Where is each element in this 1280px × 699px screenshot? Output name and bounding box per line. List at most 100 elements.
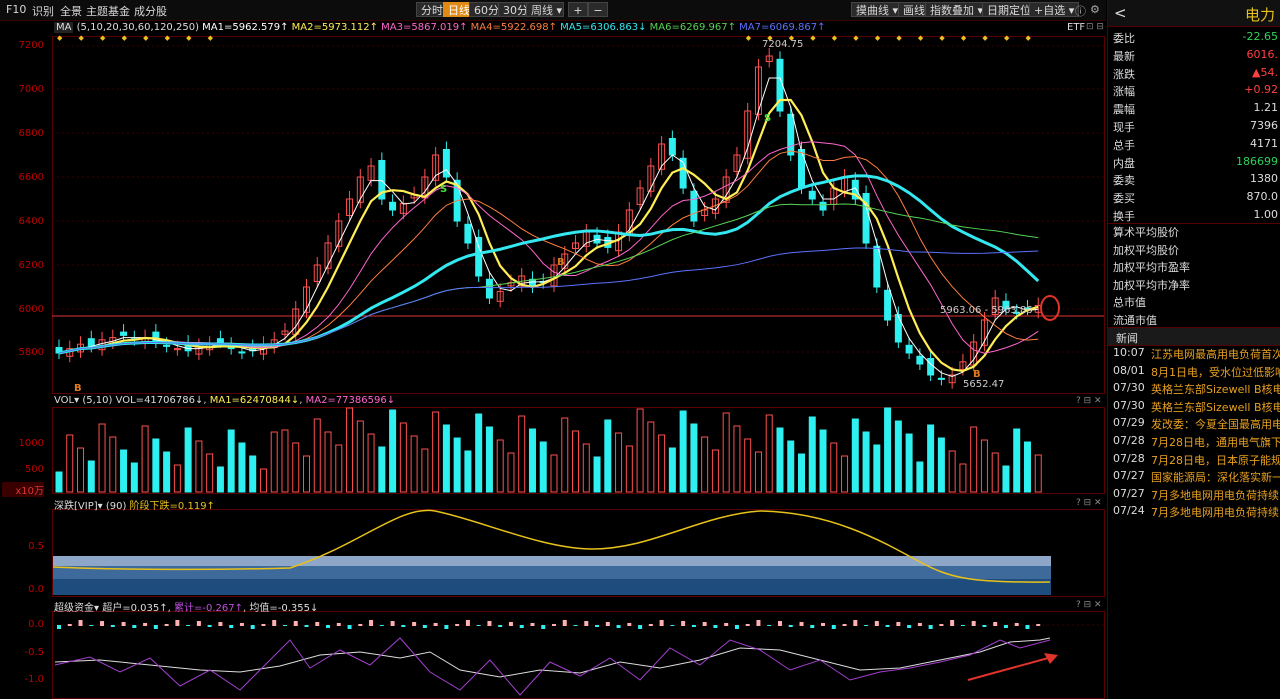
- metric-item[interactable]: 加权平均市净率: [1113, 277, 1278, 294]
- news-title: 新闻: [1116, 332, 1138, 345]
- volume-bar: [130, 462, 138, 493]
- metric-item[interactable]: 加权平均股价: [1113, 242, 1278, 259]
- candle: [808, 190, 816, 200]
- volume-bar: [679, 410, 687, 493]
- cj-bar: [304, 625, 309, 627]
- cj-selector[interactable]: 超级资金: [54, 603, 94, 614]
- quote-label: 涨跌: [1113, 67, 1135, 81]
- volume-bar: [356, 420, 364, 493]
- cj-avg: 均值=-0.355↓: [249, 603, 319, 614]
- volume-bar: [270, 431, 278, 493]
- volume-bar: [346, 407, 354, 493]
- metric-label: 加权平均股价: [1113, 243, 1179, 257]
- volume-bar: [421, 448, 429, 493]
- ma5-label: MA5=6306.863↓: [560, 22, 647, 33]
- cj-bar: [326, 625, 331, 628]
- volume-bar: [754, 451, 762, 493]
- sd-params: (90): [105, 501, 127, 512]
- cj-bar: [648, 624, 653, 626]
- volume-bar: [249, 455, 257, 493]
- cj-bar: [960, 625, 965, 626]
- metric-item[interactable]: 算术平均股价: [1113, 224, 1278, 241]
- news-item[interactable]: 07/28 7月28日电，通用电气旗下: [1108, 434, 1280, 451]
- quote-value: 1380: [1250, 172, 1278, 186]
- volume-bar: [507, 452, 515, 493]
- main-panel-controls[interactable]: ⊡ ⊟: [1086, 22, 1104, 32]
- cj-bar: [928, 625, 933, 629]
- ma2-line: [58, 98, 1039, 373]
- signal-diamond: ◆: [939, 34, 945, 42]
- metric-item[interactable]: 加权平均市盈率: [1113, 259, 1278, 276]
- quote-row: 最新 6016.: [1113, 48, 1278, 65]
- signal-diamond: ◆: [810, 34, 816, 42]
- cj-bar: [853, 620, 858, 626]
- news-item[interactable]: 07/27 7月多地电网用电负荷持续: [1108, 487, 1280, 504]
- ma-selector[interactable]: MA: [54, 22, 74, 33]
- volume-bar: [884, 407, 892, 493]
- ma3-line: [58, 141, 1039, 354]
- cj-panel-controls[interactable]: ? ⊟ ✕: [1076, 600, 1102, 610]
- volume-bar: [227, 429, 235, 493]
- cj-bar: [885, 625, 890, 627]
- vol-selector[interactable]: VOL: [54, 395, 74, 406]
- quote-label: 内盘: [1113, 156, 1135, 170]
- news-date: 07/27: [1113, 486, 1145, 500]
- ma7-label: MA7=6069.867↑: [739, 22, 826, 33]
- cj-bar: [659, 620, 664, 626]
- ma2-label: MA2=5973.112↑: [291, 22, 378, 33]
- candle: [163, 344, 171, 347]
- low-annotation: 5652.47: [963, 379, 1005, 390]
- sd-selector[interactable]: 深跌[VIP]: [54, 501, 98, 512]
- candle: [819, 201, 827, 211]
- candle: [905, 344, 913, 354]
- volume-bar: [851, 418, 859, 493]
- cj-bar: [799, 622, 804, 626]
- volume-bar: [1023, 441, 1031, 493]
- cj-bar: [767, 625, 772, 626]
- volume-bar: [163, 451, 171, 493]
- ma4-label: MA4=5922.698↑: [470, 22, 557, 33]
- volume-bar: [410, 435, 418, 493]
- cj-bar: [595, 625, 600, 627]
- volume-bar: [432, 411, 440, 493]
- metric-item[interactable]: 流通市值: [1113, 312, 1278, 329]
- vol-panel-controls[interactable]: ? ⊟ ✕: [1076, 396, 1102, 406]
- volume-bar: [894, 420, 902, 493]
- news-item[interactable]: 07/28 7月28日电，日本原子能规: [1108, 452, 1280, 469]
- cj-legend: 超级资金▾ 超户=0.035↑, 累计=-0.267↑, 均值=-0.355↓: [54, 603, 319, 614]
- cj-bar: [670, 625, 675, 626]
- news-item[interactable]: 10:07 江苏电网最高用电负荷首次: [1108, 346, 1280, 363]
- cj-bar: [239, 623, 244, 626]
- news-item[interactable]: 07/29 发改委：今夏全国最高用电: [1108, 416, 1280, 433]
- volume-bar: [572, 430, 580, 493]
- cj-bar: [132, 625, 137, 628]
- volume-bar: [216, 466, 224, 493]
- news-item[interactable]: 07/30 英格兰东部Sizewell B核电: [1108, 381, 1280, 398]
- vol-ma1: MA1=62470844↓: [209, 395, 300, 406]
- news-text: 7月多地电网用电负荷持续: [1151, 488, 1279, 502]
- cj-bar: [993, 622, 998, 626]
- news-item[interactable]: 07/24 7月多地电网用电负荷持续: [1108, 504, 1280, 521]
- metric-item[interactable]: 总市值: [1113, 294, 1278, 311]
- candle: [916, 355, 924, 365]
- news-item[interactable]: 08/01 8月1日电，受水位过低影响: [1108, 364, 1280, 381]
- volume-bar: [582, 443, 590, 493]
- cj-bar: [390, 621, 395, 626]
- sd-panel-controls[interactable]: ? ⊟ ✕: [1076, 498, 1102, 508]
- candle: [894, 314, 902, 343]
- quote-value: 4171: [1250, 136, 1278, 150]
- news-item[interactable]: 07/30 英格兰东部Sizewell B核电: [1108, 399, 1280, 416]
- cj-bar: [681, 621, 686, 626]
- volume-bar: [1013, 428, 1021, 493]
- quote-header: < 电力: [1108, 0, 1280, 27]
- signal-diamond: ◆: [122, 34, 128, 42]
- back-icon[interactable]: <: [1114, 4, 1127, 22]
- volume-bar: [819, 429, 827, 493]
- volume-bar: [335, 444, 343, 493]
- cj-bar: [57, 625, 61, 629]
- cj-bar: [250, 625, 255, 629]
- news-item[interactable]: 07/27 国家能源局：深化落实新一: [1108, 469, 1280, 486]
- quote-row: 震幅 1.21: [1113, 101, 1278, 118]
- volume-bar: [87, 460, 95, 493]
- cj-bar: [369, 620, 374, 626]
